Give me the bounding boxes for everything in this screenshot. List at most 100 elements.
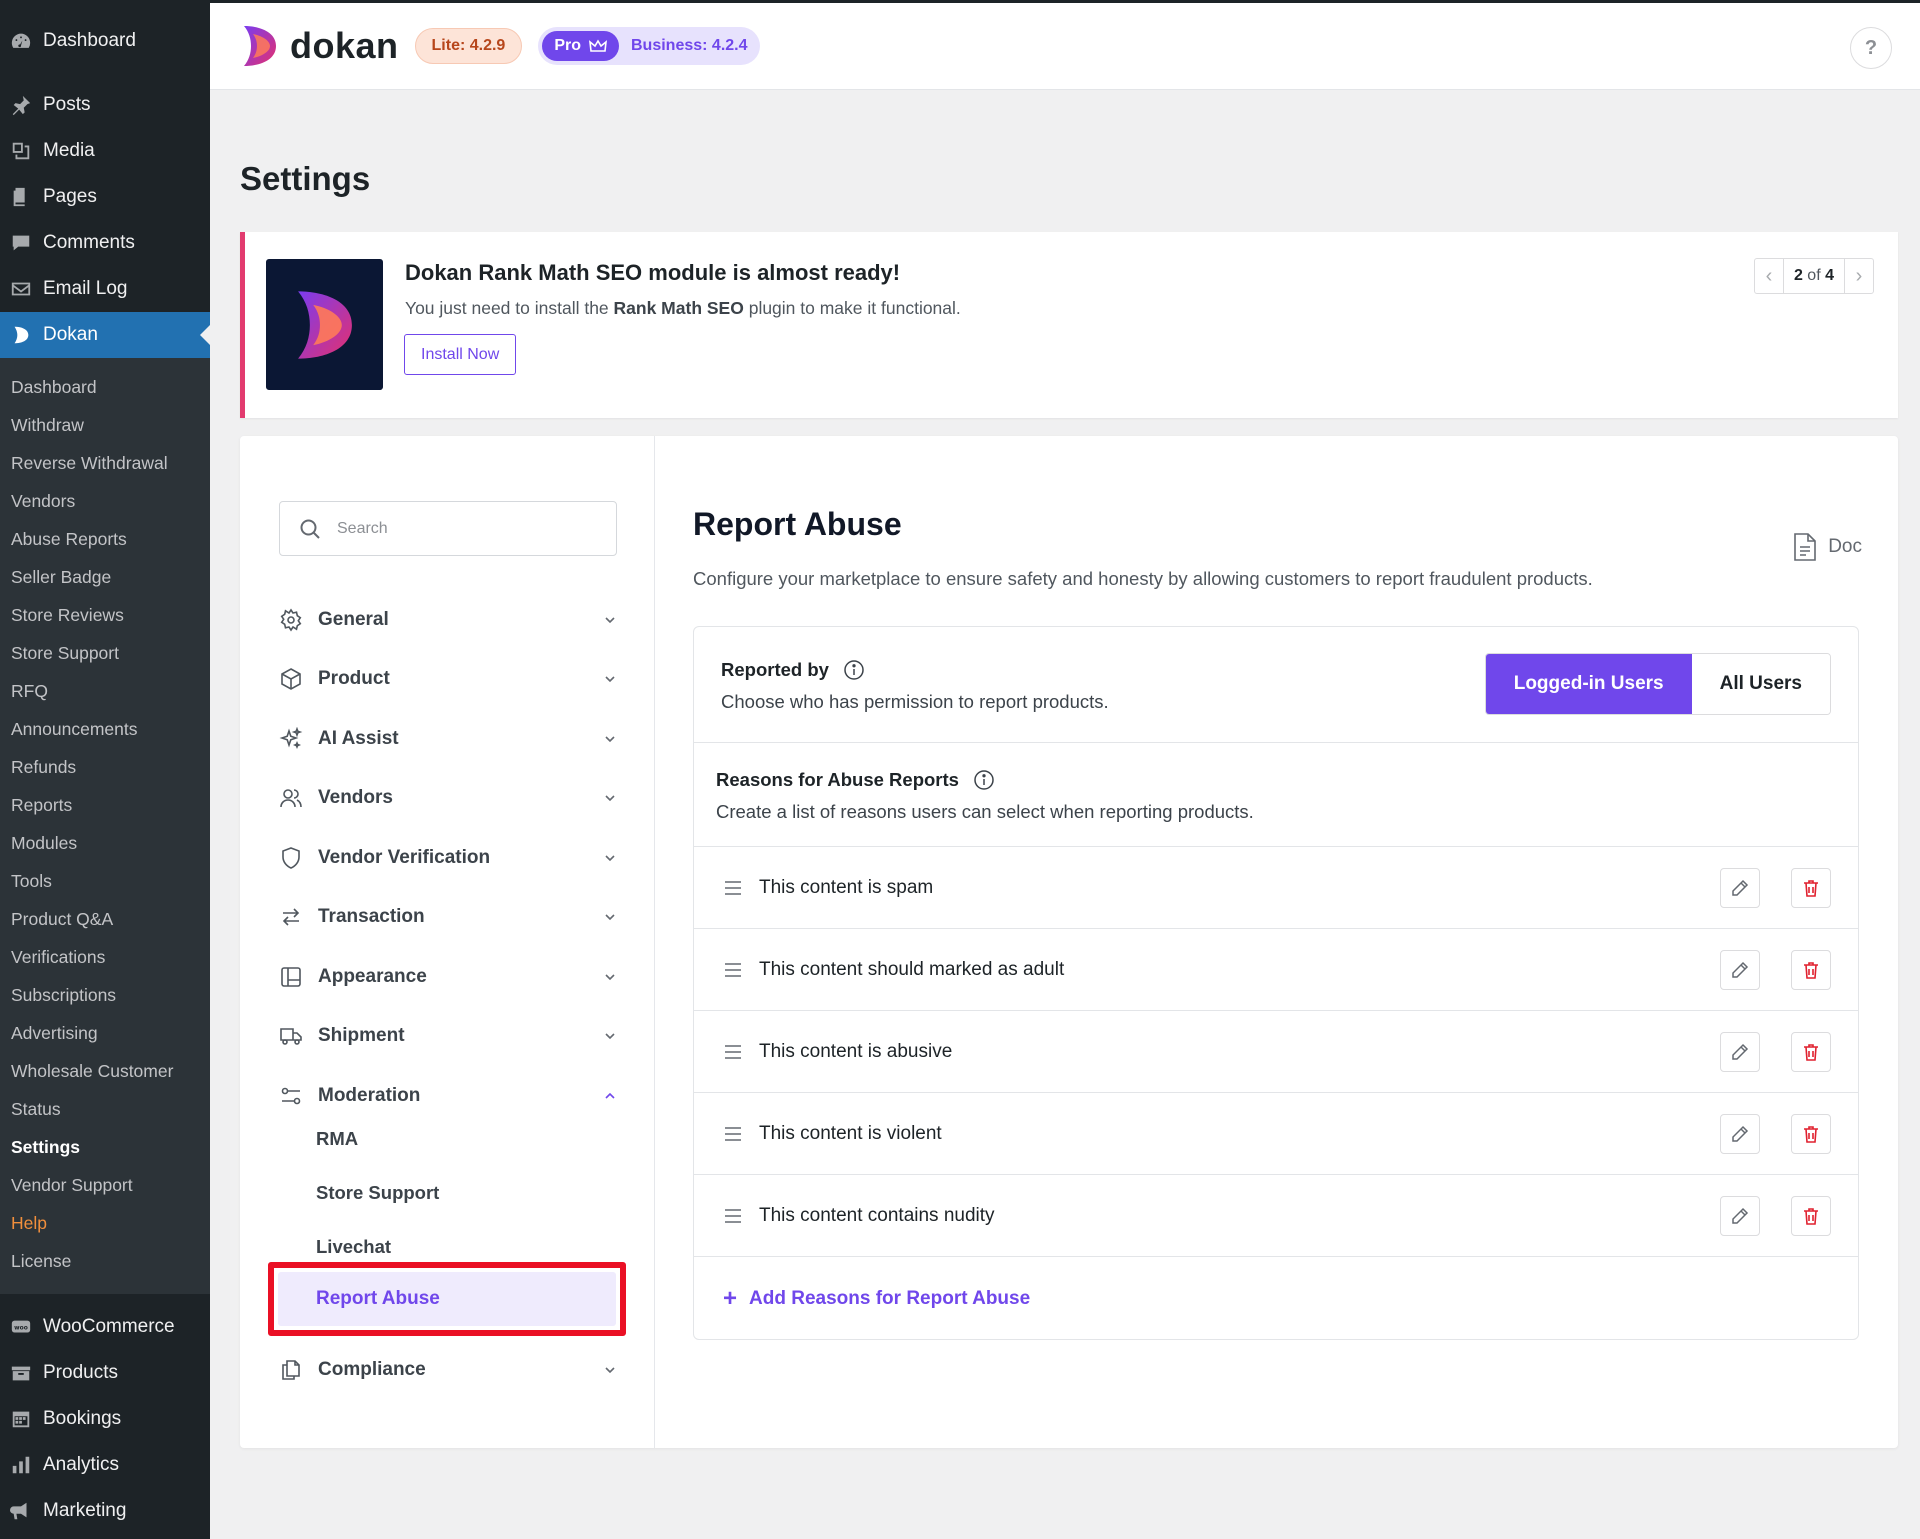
reported-by-title-text: Reported by — [721, 659, 829, 680]
nav-item-appearance[interactable]: Appearance — [278, 957, 618, 997]
dokan-submenu-item-help[interactable]: Help — [0, 1204, 210, 1242]
wp-menu-email-log[interactable]: Email Log — [0, 266, 210, 312]
wp-menu-label: Dashboard — [43, 30, 136, 51]
pager-separator: of — [1807, 267, 1821, 284]
wp-menu-pages[interactable]: Pages — [0, 174, 210, 220]
dokan-submenu-item[interactable]: Reports — [0, 786, 210, 824]
nav-item-ai-assist[interactable]: AI Assist — [278, 719, 618, 759]
delete-reason-button[interactable] — [1791, 867, 1831, 908]
reason-text: This content is violent — [759, 1122, 942, 1144]
dokan-submenu-item[interactable]: Vendors — [0, 482, 210, 520]
dokan-logo-text: dokan — [290, 25, 399, 66]
nav-item-compliance[interactable]: Compliance — [278, 1350, 618, 1390]
logged-in-users-option[interactable]: Logged-in Users — [1485, 654, 1692, 714]
settings-search-input[interactable] — [337, 519, 587, 538]
info-icon[interactable] — [843, 659, 865, 681]
wp-menu-label: Media — [43, 140, 95, 161]
reason-row: This content is violent — [694, 1093, 1858, 1175]
delete-reason-button[interactable] — [1791, 1195, 1831, 1236]
wp-menu-marketing[interactable]: Marketing — [0, 1488, 210, 1534]
dokan-submenu-item[interactable]: Abuse Reports — [0, 520, 210, 558]
dokan-submenu-item[interactable]: Store Reviews — [0, 596, 210, 634]
dokan-submenu-item[interactable]: Seller Badge — [0, 558, 210, 596]
dokan-submenu-item[interactable]: Store Support — [0, 634, 210, 672]
pager-prev-icon[interactable]: ‹ — [1755, 259, 1783, 293]
drag-handle-icon[interactable] — [723, 1206, 743, 1226]
edit-reason-button[interactable] — [1720, 1031, 1760, 1072]
reasons-title: Reasons for Abuse Reports — [716, 769, 995, 791]
edit-reason-button[interactable] — [1720, 1113, 1760, 1154]
nav-item-general[interactable]: General — [278, 600, 618, 640]
reported-by-row: Reported by Choose who has permission to… — [694, 627, 1858, 743]
chevron-down-icon — [605, 974, 615, 981]
edit-reason-button[interactable] — [1720, 867, 1760, 908]
wp-menu-dashboard[interactable]: Dashboard — [0, 0, 210, 82]
delete-reason-button[interactable] — [1791, 1113, 1831, 1154]
nav-item-product[interactable]: Product — [278, 659, 618, 699]
delete-reason-button[interactable] — [1791, 1031, 1831, 1072]
wp-menu-posts[interactable]: Posts — [0, 82, 210, 128]
doc-link[interactable]: Doc — [1792, 532, 1862, 562]
nav-subitem-rma[interactable]: RMA — [316, 1128, 358, 1150]
report-abuse-content: Report Abuse Doc Configure your marketpl… — [693, 436, 1898, 1448]
dokan-submenu-item[interactable]: Vendor Support — [0, 1166, 210, 1204]
wp-menu-media[interactable]: Media — [0, 128, 210, 174]
trash-icon — [1804, 1043, 1818, 1061]
wp-menu-analytics[interactable]: Analytics — [0, 1442, 210, 1488]
dokan-submenu-item[interactable]: Dashboard — [0, 368, 210, 406]
dokan-submenu-item[interactable]: Verifications — [0, 938, 210, 976]
wp-menu-dokan[interactable]: Dokan — [0, 312, 210, 358]
dokan-submenu-item[interactable]: Status — [0, 1090, 210, 1128]
dokan-submenu-item[interactable]: Wholesale Customer — [0, 1052, 210, 1090]
nav-item-shipment[interactable]: Shipment — [278, 1016, 618, 1056]
nav-label: Product — [318, 668, 390, 689]
drag-handle-icon[interactable] — [723, 878, 743, 898]
info-icon[interactable] — [973, 769, 995, 791]
edit-reason-button[interactable] — [1720, 1195, 1760, 1236]
gear-icon — [278, 607, 304, 633]
nav-subitem-livechat[interactable]: Livechat — [316, 1236, 391, 1258]
add-reason-button[interactable]: + Add Reasons for Report Abuse — [723, 1287, 1030, 1311]
nav-item-moderation[interactable]: Moderation — [278, 1076, 618, 1116]
users-icon — [278, 785, 304, 811]
wp-menu-comments[interactable]: Comments — [0, 220, 210, 266]
nav-label: Vendor Verification — [318, 847, 491, 868]
drag-handle-icon[interactable] — [723, 960, 743, 980]
drag-handle-icon[interactable] — [723, 1042, 743, 1062]
nav-item-vendor-verification[interactable]: Vendor Verification — [278, 838, 618, 878]
wp-menu-bookings[interactable]: Bookings — [0, 1396, 210, 1442]
pager-next-icon[interactable]: › — [1845, 259, 1873, 293]
wp-menu-label: Analytics — [43, 1454, 120, 1475]
dokan-submenu-item[interactable]: Refunds — [0, 748, 210, 786]
help-button[interactable]: ? — [1850, 27, 1892, 69]
dokan-submenu-item[interactable]: Subscriptions — [0, 976, 210, 1014]
wp-menu-products[interactable]: Products — [0, 1350, 210, 1396]
dokan-submenu-item-settings[interactable]: Settings — [0, 1128, 210, 1166]
nav-label: AI Assist — [318, 728, 399, 749]
dokan-submenu-item[interactable]: License — [0, 1242, 210, 1280]
dokan-submenu-item[interactable]: Advertising — [0, 1014, 210, 1052]
dokan-submenu-item[interactable]: Product Q&A — [0, 900, 210, 938]
wp-menu-woocommerce[interactable]: woo WooCommerce — [0, 1304, 210, 1350]
nav-subitem-report-abuse[interactable]: Report Abuse — [278, 1272, 616, 1326]
wp-menu-label: Dokan — [43, 324, 98, 345]
all-users-option[interactable]: All Users — [1691, 654, 1830, 714]
dokan-submenu-item[interactable]: Modules — [0, 824, 210, 862]
nav-item-transaction[interactable]: Transaction — [278, 897, 618, 937]
edit-reason-button[interactable] — [1720, 949, 1760, 990]
notice-title: Dokan Rank Math SEO module is almost rea… — [405, 260, 901, 285]
lite-version-badge: Lite: 4.2.9 — [414, 28, 523, 64]
dokan-submenu-item[interactable]: Tools — [0, 862, 210, 900]
reasons-header-row: Reasons for Abuse Reports Create a list … — [694, 743, 1858, 847]
dokan-submenu-item[interactable]: Reverse Withdrawal — [0, 444, 210, 482]
dokan-icon — [8, 323, 34, 347]
dokan-submenu-item[interactable]: Announcements — [0, 710, 210, 748]
delete-reason-button[interactable] — [1791, 949, 1831, 990]
drag-handle-icon[interactable] — [723, 1124, 743, 1144]
install-now-button[interactable]: Install Now — [404, 334, 517, 375]
nav-item-vendors[interactable]: Vendors — [278, 778, 618, 818]
dokan-logo[interactable]: dokan — [242, 24, 399, 68]
dokan-submenu-item[interactable]: RFQ — [0, 672, 210, 710]
dokan-submenu-item[interactable]: Withdraw — [0, 406, 210, 444]
nav-subitem-store-support[interactable]: Store Support — [316, 1182, 439, 1204]
